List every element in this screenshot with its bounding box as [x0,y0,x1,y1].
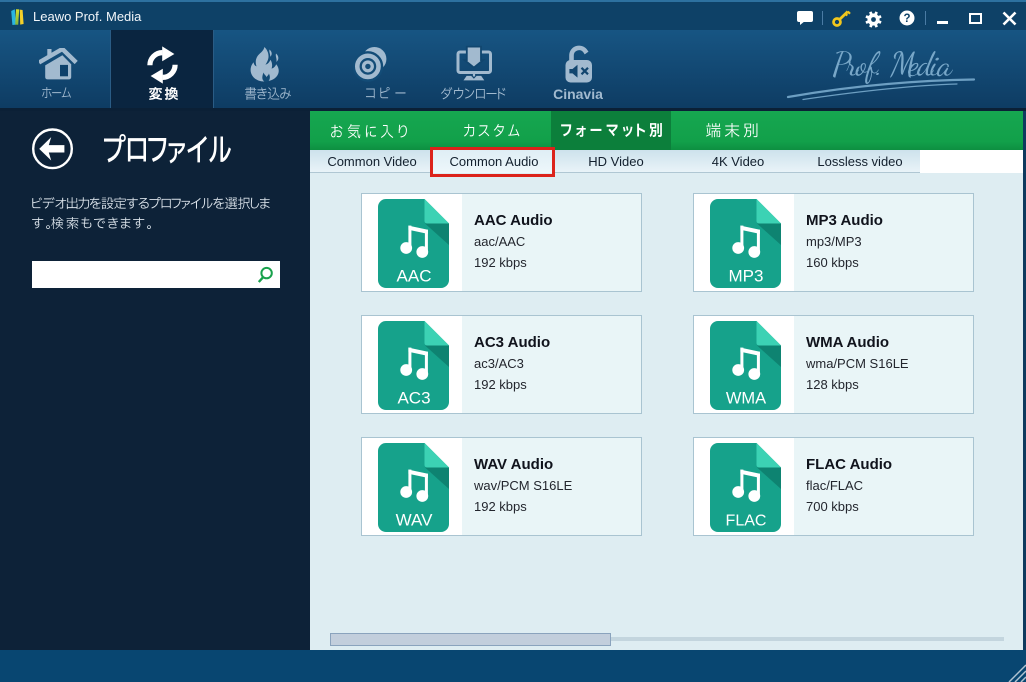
svg-text:AAC: AAC [397,267,432,286]
svg-text:WAV: WAV [396,511,433,530]
svg-text:MP3: MP3 [729,267,764,286]
svg-text:WMA: WMA [726,390,766,408]
svg-text:?: ? [903,13,910,25]
svg-text:AC3: AC3 [397,389,430,408]
svg-text:FLAC: FLAC [726,513,767,530]
